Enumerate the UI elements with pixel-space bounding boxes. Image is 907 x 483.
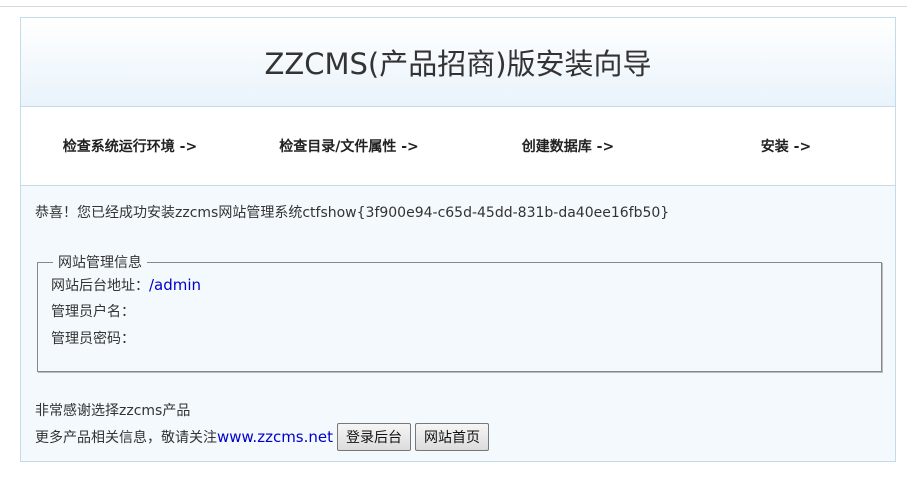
- backend-address-label: 网站后台地址：: [51, 278, 149, 294]
- zzcms-site-link[interactable]: www.zzcms.net: [217, 428, 333, 446]
- success-message: 恭喜！您已经成功安装zzcms网站管理系统ctfshow{3f900e94-c6…: [35, 205, 670, 221]
- login-backend-button[interactable]: 登录后台: [337, 423, 412, 451]
- admin-info-legend: 网站管理信息: [58, 255, 142, 271]
- step-check-environment: 检查系统运行环境 ->: [62, 139, 198, 155]
- admin-password-label: 管理员密码：: [51, 331, 135, 347]
- admin-username-row: 管理员户名：: [51, 299, 881, 326]
- step-check-directories: 检查目录/文件属性 ->: [279, 139, 419, 155]
- admin-username-label: 管理员户名：: [51, 304, 135, 320]
- admin-info-fieldset: 网站管理信息 网站后台地址：/admin 管理员户名： 管理员密码：: [37, 252, 882, 372]
- backend-address-row: 网站后台地址：/admin: [51, 272, 881, 299]
- step-install: 安装 ->: [760, 139, 812, 155]
- admin-password-row: 管理员密码：: [51, 326, 881, 353]
- step-create-database: 创建数据库 ->: [521, 139, 615, 155]
- wizard-content: 恭喜！您已经成功安装zzcms网站管理系统ctfshow{3f900e94-c6…: [21, 186, 895, 464]
- wizard-header: ZZCMS(产品招商)版安装向导: [21, 18, 895, 107]
- wizard-steps: 检查系统运行环境 -> 检查目录/文件属性 -> 创建数据库 -> 安装 ->: [21, 107, 895, 186]
- backend-address-link[interactable]: /admin: [149, 276, 201, 294]
- site-home-button[interactable]: 网站首页: [415, 423, 490, 451]
- thanks-text: 非常感谢选择zzcms产品: [35, 403, 191, 419]
- page-title: ZZCMS(产品招商)版安装向导: [264, 47, 652, 81]
- more-info-row: 更多产品相关信息，敬请关注 www.zzcms.net 登录后台 网站首页: [35, 423, 493, 451]
- more-info-text: 更多产品相关信息，敬请关注: [35, 430, 217, 446]
- top-divider: [0, 6, 907, 7]
- install-wizard: ZZCMS(产品招商)版安装向导 检查系统运行环境 -> 检查目录/文件属性 -…: [20, 17, 896, 462]
